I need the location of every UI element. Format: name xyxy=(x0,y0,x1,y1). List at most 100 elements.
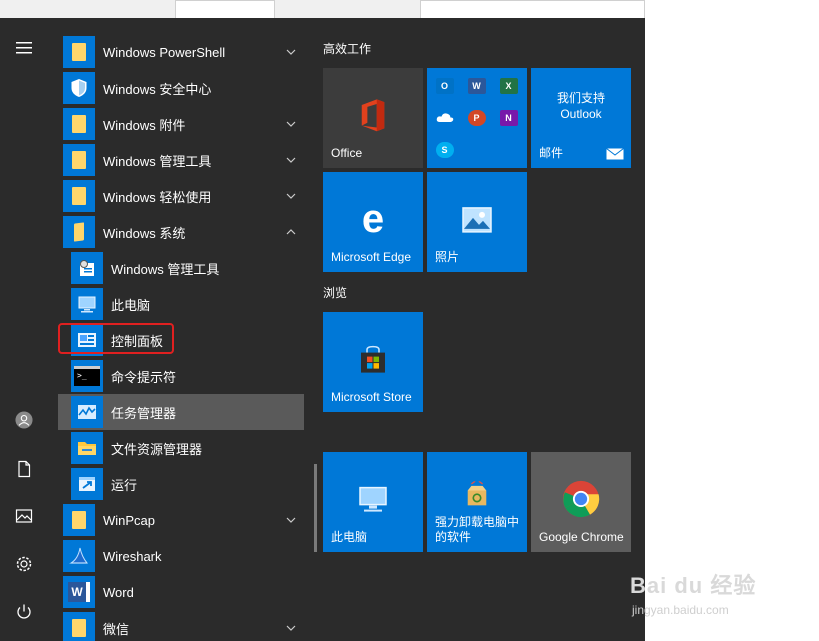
baidu-watermark: Bai du 经验 jingyan.baidu.com xyxy=(630,568,775,628)
app-label: Windows 管理工具 xyxy=(111,261,220,277)
app-label: Windows 轻松使用 xyxy=(103,189,212,205)
chevron-down-icon xyxy=(286,625,296,631)
onedrive-mini-icon xyxy=(429,102,460,133)
app-label: 文件资源管理器 xyxy=(111,441,203,457)
this-pc-icon xyxy=(71,288,103,320)
tile-mail[interactable]: 我们支持 Outlook 邮件 xyxy=(531,68,631,168)
chevron-down-icon xyxy=(286,121,296,127)
app-item-task-manager[interactable]: 任务管理器 xyxy=(58,394,304,430)
tiles-area: 高效工作 Office O W X P N S 我们支持 Outlook 邮件 xyxy=(318,18,645,641)
word-icon: W xyxy=(63,576,95,608)
app-label: Windows 管理工具 xyxy=(103,153,212,169)
tile-label-line2: 的软件 xyxy=(435,530,472,544)
recycle-box-icon xyxy=(464,481,490,507)
tile-label: 此电脑 xyxy=(331,530,368,544)
app-label: Windows 附件 xyxy=(103,117,186,133)
folder-icon xyxy=(63,504,95,536)
watermark-logo: Bai du 经验 xyxy=(630,573,757,598)
office-icon xyxy=(358,98,388,132)
folder-icon xyxy=(63,180,95,212)
chrome-icon xyxy=(562,480,600,518)
chevron-down-icon xyxy=(286,193,296,199)
this-pc-icon xyxy=(357,485,389,515)
tile-microsoft-store[interactable]: Microsoft Store xyxy=(323,312,423,412)
app-item-file-explorer[interactable]: 文件资源管理器 xyxy=(58,430,304,466)
tile-office[interactable]: Office xyxy=(323,68,423,168)
tile-google-chrome[interactable]: Google Chrome xyxy=(531,452,631,552)
app-label: Word xyxy=(103,584,134,600)
tile-label: Microsoft Store xyxy=(331,390,412,404)
word-mini-icon: W xyxy=(461,70,492,101)
app-item-windows-security[interactable]: Windows 安全中心 xyxy=(58,70,304,106)
app-list: Windows PowerShell Windows 安全中心 Windows … xyxy=(58,18,308,641)
app-item-windows-admin-tools-folder[interactable]: Windows 管理工具 xyxy=(58,142,304,178)
folder-open-icon xyxy=(63,216,95,248)
app-item-wechat[interactable]: 微信 xyxy=(58,610,304,641)
app-label: 微信 xyxy=(103,621,130,637)
app-item-windows-ease-of-access[interactable]: Windows 轻松使用 xyxy=(58,178,304,214)
folder-icon xyxy=(63,36,95,68)
photos-icon xyxy=(462,207,492,233)
tile-label: 邮件 xyxy=(539,146,564,160)
tile-label: Google Chrome xyxy=(539,530,624,544)
hamburger-icon[interactable] xyxy=(12,36,36,60)
tile-label: 强力卸载电脑中 的软件 xyxy=(435,515,519,545)
tile-microsoft-edge[interactable]: e Microsoft Edge xyxy=(323,172,423,272)
folder-icon xyxy=(63,612,95,641)
group-title-browse: 浏览 xyxy=(323,286,348,300)
edge-icon: e xyxy=(361,196,385,241)
app-item-command-prompt[interactable]: >_ 命令提示符 xyxy=(58,358,304,394)
watermark-url: jingyan.baidu.com xyxy=(632,603,729,617)
document-icon[interactable] xyxy=(12,457,36,481)
shield-icon xyxy=(63,72,95,104)
outlook-support-text: 我们支持 Outlook xyxy=(531,90,631,122)
app-item-wireshark[interactable]: Wireshark xyxy=(58,538,304,574)
app-label: 运行 xyxy=(111,477,138,493)
group-title-productivity: 高效工作 xyxy=(323,42,372,56)
pictures-icon[interactable] xyxy=(12,504,36,528)
tile-office-apps-group[interactable]: O W X P N S xyxy=(427,68,527,168)
app-label: Windows 安全中心 xyxy=(103,81,212,97)
folder-icon xyxy=(63,108,95,140)
app-item-windows-powershell[interactable]: Windows PowerShell xyxy=(58,34,304,70)
tile-label: Office xyxy=(331,146,363,160)
folder-icon xyxy=(63,144,95,176)
tile-label: Microsoft Edge xyxy=(331,250,412,264)
start-rail xyxy=(0,18,48,641)
chevron-down-icon xyxy=(286,157,296,163)
background-window-fragment xyxy=(175,0,275,20)
outlook-line2: Outlook xyxy=(560,107,602,121)
outlook-line1: 我们支持 xyxy=(556,91,605,105)
desktop-background-right xyxy=(645,0,819,641)
settings-icon[interactable] xyxy=(12,552,36,576)
tile-photos[interactable]: 照片 xyxy=(427,172,527,272)
app-item-windows-accessories[interactable]: Windows 附件 xyxy=(58,106,304,142)
scrollbar[interactable] xyxy=(314,464,317,552)
task-manager-icon xyxy=(71,396,103,428)
app-item-run[interactable]: 运行 xyxy=(58,466,304,502)
skype-mini-icon: S xyxy=(429,134,460,165)
store-icon xyxy=(358,345,388,375)
background-window-fragment xyxy=(420,0,645,20)
power-icon[interactable] xyxy=(12,600,36,624)
tile-this-pc[interactable]: 此电脑 xyxy=(323,452,423,552)
user-icon[interactable] xyxy=(12,408,36,432)
excel-mini-icon: X xyxy=(493,70,524,101)
app-label: Windows PowerShell xyxy=(103,44,226,60)
app-item-this-pc[interactable]: 此电脑 xyxy=(58,286,304,322)
tile-label: 照片 xyxy=(435,250,460,264)
app-item-admin-tools[interactable]: Windows 管理工具 xyxy=(58,250,304,286)
chevron-down-icon xyxy=(286,517,296,523)
app-item-word[interactable]: W Word xyxy=(58,574,304,610)
app-label: Windows 系统 xyxy=(103,225,186,241)
control-panel-highlight-box xyxy=(58,323,174,354)
app-item-winpcap[interactable]: WinPcap xyxy=(58,502,304,538)
app-label: 任务管理器 xyxy=(111,405,177,421)
mail-icon xyxy=(606,148,624,160)
desktop-background-strip xyxy=(0,0,645,20)
app-label: Wireshark xyxy=(103,548,162,564)
tile-uninstaller[interactable]: 强力卸载电脑中 的软件 xyxy=(427,452,527,552)
app-item-windows-system[interactable]: Windows 系统 xyxy=(58,214,304,250)
onenote-mini-icon: N xyxy=(493,102,524,133)
chevron-down-icon xyxy=(286,49,296,55)
